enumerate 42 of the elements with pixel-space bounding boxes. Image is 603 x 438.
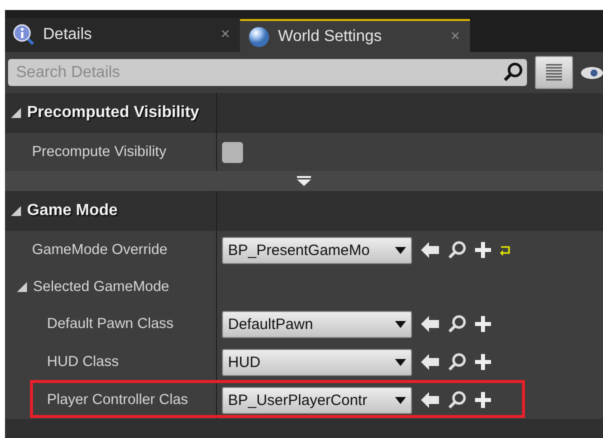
property-label: Default Pawn Class (47, 316, 174, 332)
panel-tab[interactable]: Details × (5, 18, 240, 52)
class-dropdown[interactable]: BP_PresentGameMo (222, 236, 412, 264)
arrow-left-icon[interactable] (421, 354, 439, 370)
class-dropdown[interactable]: DefaultPawn (222, 310, 412, 338)
plus-icon[interactable] (475, 242, 491, 258)
checkbox[interactable] (222, 142, 243, 162)
caret-icon (395, 320, 406, 328)
panel-tab[interactable]: World Settings × (240, 19, 470, 52)
expand-triangle-icon[interactable] (11, 108, 21, 118)
search-icon[interactable] (448, 353, 466, 371)
class-dropdown[interactable]: HUD (222, 348, 412, 376)
plus-icon[interactable] (475, 392, 491, 408)
property-label: Player Controller Clas (47, 392, 188, 408)
view-options-button[interactable] (535, 56, 573, 89)
search-icon[interactable] (448, 315, 466, 333)
double-caret-icon (297, 176, 311, 186)
globe-icon (248, 26, 270, 48)
search-icon[interactable] (448, 241, 466, 259)
expand-triangle-icon[interactable] (17, 282, 27, 292)
expand-triangle-icon[interactable] (11, 206, 21, 216)
property-label: HUD Class (47, 354, 119, 370)
property-label: GameMode Override (32, 242, 168, 258)
arrow-left-icon[interactable] (421, 242, 439, 258)
class-dropdown[interactable]: BP_UserPlayerContr (222, 386, 412, 414)
plus-icon[interactable] (475, 316, 491, 332)
search-field[interactable]: Search Details (8, 59, 527, 86)
caret-icon (395, 358, 406, 366)
caret-icon (395, 246, 406, 254)
info-magnifier-icon (13, 24, 35, 46)
property-label: Precompute Visibility (32, 144, 166, 160)
group-label: Selected GameMode (33, 279, 170, 295)
search-icon (503, 62, 523, 82)
reset-arrow-icon[interactable] (500, 244, 511, 256)
arrow-left-icon[interactable] (421, 316, 439, 332)
caret-icon (395, 396, 406, 404)
eye-icon[interactable] (581, 66, 603, 80)
plus-icon[interactable] (475, 354, 491, 370)
list-icon (546, 62, 562, 82)
arrow-left-icon[interactable] (421, 392, 439, 408)
close-icon[interactable]: × (220, 26, 230, 44)
search-icon[interactable] (448, 391, 466, 409)
